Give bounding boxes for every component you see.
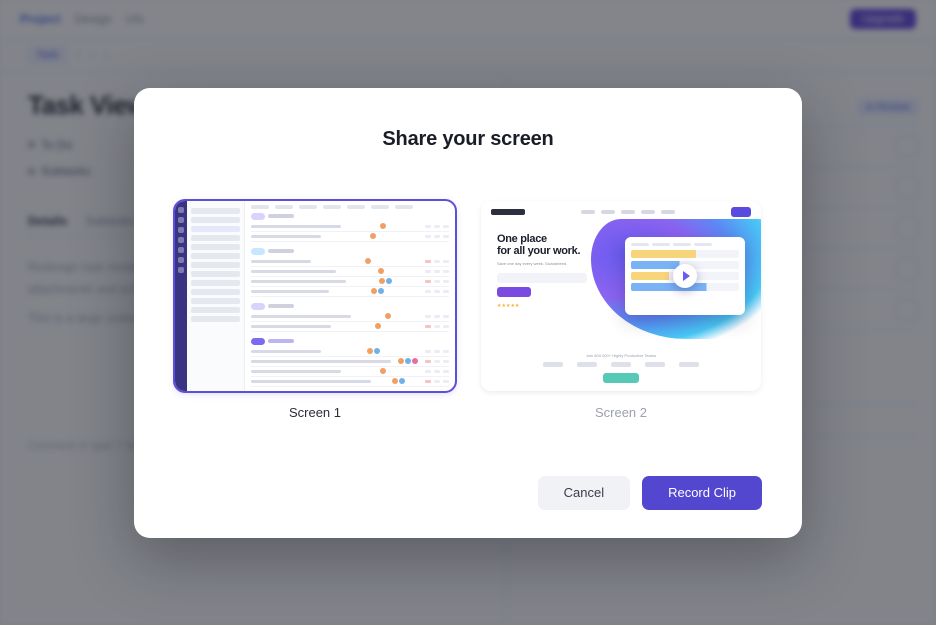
modal-actions: Cancel Record Clip	[174, 476, 762, 510]
signup-button-icon	[731, 207, 751, 217]
play-icon	[673, 264, 697, 288]
email-input-mock	[497, 273, 587, 283]
s1-rail-icon	[175, 201, 187, 391]
share-screen-modal: Share your screen	[134, 88, 802, 538]
screen-1-label: Screen 1	[175, 405, 455, 420]
s1-task-list	[245, 201, 455, 391]
cancel-button[interactable]: Cancel	[538, 476, 630, 510]
screen-2-label: Screen 2	[481, 405, 761, 420]
modal-title: Share your screen	[174, 128, 762, 151]
record-clip-button[interactable]: Record Clip	[642, 476, 762, 510]
screen-2-thumbnail[interactable]: One place for all your work. Save one da…	[481, 201, 761, 391]
trust-text: Join 800,000+ Highly Productive Teams	[481, 353, 761, 358]
clickup-logo-icon	[491, 209, 525, 215]
screen-option-1[interactable]: Screen 1	[175, 201, 455, 420]
s2-footer: Join 800,000+ Highly Productive Teams	[481, 353, 761, 383]
get-started-button-mock	[497, 287, 531, 297]
hero-product-card	[625, 237, 745, 315]
screen-option-2[interactable]: One place for all your work. Save one da…	[481, 201, 761, 420]
free-forever-badge	[603, 373, 639, 383]
s1-side-nav	[187, 201, 245, 391]
screen-1-thumbnail[interactable]	[175, 201, 455, 391]
hero-subtext: Save one day every week. Guaranteed.	[497, 261, 607, 267]
screen-options: Screen 1 One place for all your work.	[174, 201, 762, 420]
